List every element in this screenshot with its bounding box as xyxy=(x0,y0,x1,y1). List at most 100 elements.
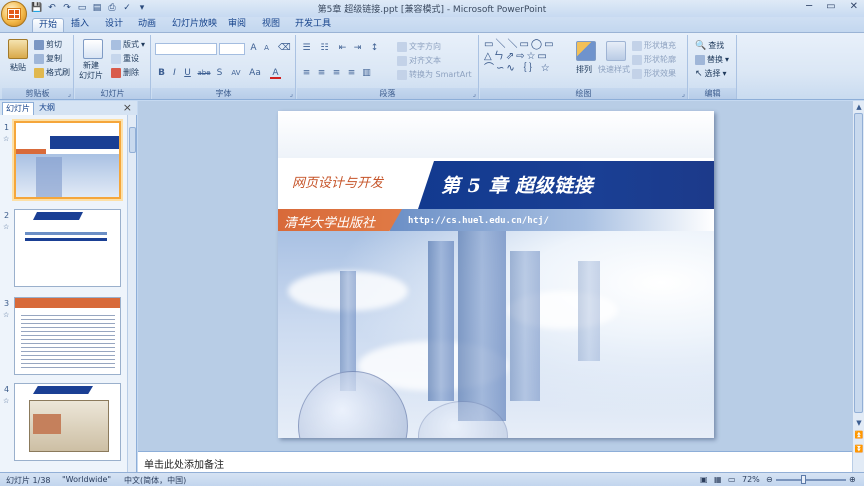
office-button[interactable] xyxy=(1,1,27,27)
close-button[interactable]: ✕ xyxy=(850,1,858,12)
prev-slide-icon[interactable]: ⏫ xyxy=(854,431,864,439)
save-icon[interactable]: 💾 xyxy=(31,2,43,14)
bullets-icon[interactable]: ☰ xyxy=(301,43,312,54)
align-left-icon[interactable]: ≡ xyxy=(301,68,312,79)
italic-button[interactable]: I xyxy=(169,68,180,79)
tab-home[interactable]: 开始 xyxy=(32,18,65,32)
tab-animations[interactable]: 动画 xyxy=(138,18,156,32)
zoom-slider[interactable] xyxy=(776,479,846,481)
tab-slides[interactable]: 幻灯片 xyxy=(2,102,34,115)
new-slide-button[interactable]: 新建 幻灯片 xyxy=(79,61,103,81)
minimize-button[interactable]: ─ xyxy=(806,1,812,12)
normal-view-icon[interactable]: ▣ xyxy=(700,475,708,484)
cut-button[interactable]: 剪切 xyxy=(34,39,62,50)
slide-thumbnail-4[interactable] xyxy=(14,383,121,461)
editor-scroll-thumb[interactable] xyxy=(854,113,863,413)
select-button[interactable]: ↖ 选择 ▾ xyxy=(695,68,727,79)
shapes-gallery[interactable]: ▭＼＼▭◯▭ △ㄣ⇗⇨☆▭ ⌒∽∿｛｝☆ xyxy=(484,39,568,79)
sorter-view-icon[interactable]: ▦ xyxy=(714,475,722,484)
shape-outline-button[interactable]: 形状轮廓 xyxy=(632,54,676,65)
shape-effects-button[interactable]: 形状效果 xyxy=(632,68,676,79)
replace-button[interactable]: 替换 ▾ xyxy=(695,54,729,65)
zoom-level[interactable]: 72% xyxy=(742,475,760,484)
chapter-title[interactable]: 第 5 章 超级链接 xyxy=(441,171,593,198)
bold-button[interactable]: B xyxy=(156,68,167,79)
print-icon[interactable]: ⎙ xyxy=(106,2,118,14)
pane-close-icon[interactable]: × xyxy=(123,101,132,114)
font-launcher-icon[interactable]: ⌟ xyxy=(290,90,293,98)
course-title[interactable]: 网页设计与开发 xyxy=(292,172,383,191)
grow-font-icon[interactable]: A xyxy=(248,43,259,54)
customize-qat-icon[interactable]: ▾ xyxy=(136,2,148,14)
numbering-icon[interactable]: ☷ xyxy=(319,43,330,54)
editor-scrollbar[interactable]: ▲ ▼ ⏫ ⏬ xyxy=(852,101,864,472)
drawing-group-label: 绘图 xyxy=(480,88,687,99)
quick-styles-button[interactable]: 快速样式 xyxy=(598,64,630,75)
shape-fill-button[interactable]: 形状填充 xyxy=(632,40,676,51)
clipboard-launcher-icon[interactable]: ⌟ xyxy=(68,90,71,98)
redo-icon[interactable]: ↷ xyxy=(61,2,73,14)
slide-thumbnail-1[interactable] xyxy=(14,121,121,199)
line-spacing-icon[interactable]: ↕ xyxy=(369,43,380,54)
language-indicator[interactable]: 中文(简体，中国) xyxy=(124,475,186,486)
next-slide-icon[interactable]: ⏬ xyxy=(854,445,864,453)
strikethrough-button[interactable]: abe xyxy=(196,68,212,79)
thumb-number: 4 xyxy=(4,385,10,394)
layout-button[interactable]: 版式 ▾ xyxy=(111,39,145,50)
columns-icon[interactable]: ▥ xyxy=(361,68,372,79)
char-spacing-button[interactable]: AV xyxy=(229,68,243,79)
text-direction-button[interactable]: 文字方向 xyxy=(397,41,441,52)
pane-scrollbar[interactable] xyxy=(127,115,136,472)
zoom-out-icon[interactable]: ⊖ xyxy=(766,475,773,484)
office-logo-icon xyxy=(7,8,21,20)
change-case-button[interactable]: Aa xyxy=(248,68,262,79)
slide-canvas[interactable]: 网页设计与开发 第 5 章 超级链接 清华大学出版社 http://cs.hue… xyxy=(278,111,714,438)
reset-button[interactable]: 重设 xyxy=(111,53,139,64)
tab-design[interactable]: 设计 xyxy=(105,18,123,32)
font-color-button[interactable]: A xyxy=(270,68,281,79)
find-button[interactable]: 🔍 查找 xyxy=(695,40,724,51)
zoom-slider-knob[interactable] xyxy=(801,475,806,484)
align-center-icon[interactable]: ≡ xyxy=(316,68,327,79)
notes-pane[interactable]: 单击此处添加备注 xyxy=(138,451,852,472)
copy-button[interactable]: 复制 xyxy=(34,53,62,64)
slide-url[interactable]: http://cs.huel.edu.cn/hcj/ xyxy=(408,216,549,226)
tab-developer[interactable]: 开发工具 xyxy=(295,18,331,32)
drawing-launcher-icon[interactable]: ⌟ xyxy=(682,90,685,98)
new-doc-icon[interactable]: ▭ xyxy=(76,2,88,14)
arrange-button[interactable]: 排列 xyxy=(576,64,592,75)
open-icon[interactable]: ▤ xyxy=(91,2,103,14)
tab-slideshow[interactable]: 幻灯片放映 xyxy=(172,18,217,32)
increase-indent-icon[interactable]: ⇥ xyxy=(352,43,363,54)
tab-view[interactable]: 视图 xyxy=(262,18,280,32)
scroll-up-icon[interactable]: ▲ xyxy=(854,103,864,111)
paragraph-launcher-icon[interactable]: ⌟ xyxy=(473,90,476,98)
tab-insert[interactable]: 插入 xyxy=(71,18,89,32)
undo-icon[interactable]: ↶ xyxy=(46,2,58,14)
format-painter-button[interactable]: 格式刷 xyxy=(34,67,70,78)
shrink-font-icon[interactable]: A xyxy=(261,43,272,54)
publisher-text[interactable]: 清华大学出版社 xyxy=(284,212,375,231)
slideshow-view-icon[interactable]: ▭ xyxy=(728,475,736,484)
pane-scroll-thumb[interactable] xyxy=(129,127,136,153)
spelling-icon[interactable]: ✓ xyxy=(121,2,133,14)
tab-outline[interactable]: 大纲 xyxy=(36,102,58,115)
font-name-field[interactable] xyxy=(155,43,217,55)
underline-button[interactable]: U xyxy=(182,68,193,79)
slide-thumbnail-3[interactable] xyxy=(14,297,121,375)
delete-slide-button[interactable]: 删除 xyxy=(111,67,139,78)
smartart-button[interactable]: 转换为 SmartArt xyxy=(397,69,472,80)
decrease-indent-icon[interactable]: ⇤ xyxy=(337,43,348,54)
slide-thumbnail-2[interactable] xyxy=(14,209,121,287)
tab-review[interactable]: 审阅 xyxy=(228,18,246,32)
align-text-button[interactable]: 对齐文本 xyxy=(397,55,441,66)
zoom-in-icon[interactable]: ⊕ xyxy=(849,475,856,484)
justify-icon[interactable]: ≡ xyxy=(346,68,357,79)
paste-button[interactable]: 粘贴 xyxy=(10,62,26,73)
font-size-field[interactable] xyxy=(219,43,245,55)
align-right-icon[interactable]: ≡ xyxy=(331,68,342,79)
maximize-button[interactable]: ▭ xyxy=(826,1,835,12)
clear-format-icon[interactable]: ⌫ xyxy=(278,43,291,54)
shadow-button[interactable]: S xyxy=(214,68,225,79)
scroll-down-icon[interactable]: ▼ xyxy=(854,419,864,427)
